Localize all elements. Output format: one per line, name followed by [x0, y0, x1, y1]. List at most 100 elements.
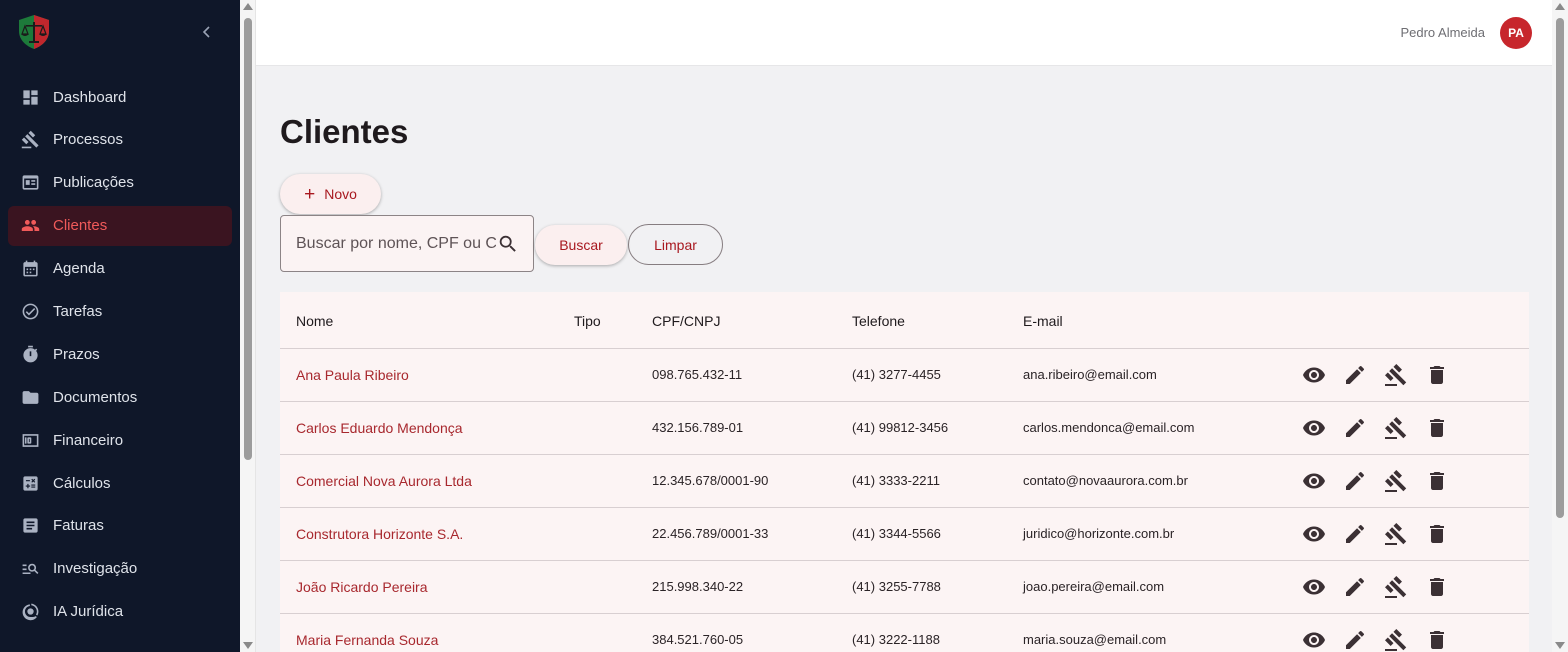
edit-button[interactable] [1343, 363, 1367, 387]
client-name-link[interactable]: Maria Fernanda Souza [296, 632, 438, 648]
sidebar-item-publicacoes[interactable]: Publicações [8, 163, 232, 203]
sidebar-item-label: Dashboard [53, 88, 127, 106]
sidebar-item-prazos[interactable]: Prazos [8, 334, 232, 374]
search-icon[interactable] [497, 233, 519, 255]
delete-button[interactable] [1425, 469, 1449, 493]
scroll-down-arrow-icon[interactable] [1555, 642, 1565, 649]
table-row[interactable]: Ana Paula Ribeiro 098.765.432-11 (41) 3277… [280, 349, 1529, 402]
edit-button[interactable] [1343, 522, 1367, 546]
sidebar-item-financeiro[interactable]: Financeiro [8, 420, 232, 460]
sidebar-item-agenda[interactable]: Agenda [8, 249, 232, 289]
row-actions [1302, 363, 1466, 387]
column-header-cpf-cnpj[interactable]: CPF/CNPJ [652, 313, 720, 329]
scroll-down-arrow-icon[interactable] [243, 642, 253, 649]
table-row[interactable]: Carlos Eduardo Mendonça 432.156.789-01 (41… [280, 402, 1529, 455]
edit-button[interactable] [1343, 469, 1367, 493]
search-input[interactable] [296, 233, 496, 255]
plus-icon: + [304, 183, 316, 205]
sidebar-item-dashboard[interactable]: Dashboard [8, 77, 232, 117]
table-row[interactable]: Construtora Horizonte S.A. 22.456.789/000… [280, 508, 1529, 561]
client-name-link[interactable]: Comercial Nova Aurora Ltda [296, 473, 472, 489]
search-field[interactable] [280, 215, 534, 272]
processes-button[interactable] [1384, 416, 1408, 440]
sidebar-item-clientes[interactable]: Clientes [8, 205, 232, 246]
sidebar-item-label: Financeiro [53, 431, 124, 449]
gavel-icon [1385, 417, 1407, 439]
sidebar-item-ia-juridica[interactable]: IA Jurídica [8, 592, 232, 632]
delete-button[interactable] [1425, 363, 1449, 387]
client-name-link[interactable]: Ana Paula Ribeiro [296, 367, 409, 383]
sidebar-item-processos[interactable]: Processos [8, 120, 232, 160]
sidebar-item-label: Documentos [53, 388, 138, 406]
processes-button[interactable] [1384, 522, 1408, 546]
client-document: 215.998.340-22 [652, 579, 744, 594]
row-actions [1302, 522, 1466, 546]
stopwatch-icon [20, 344, 40, 364]
sidebar-item-label: Faturas [53, 517, 104, 535]
sidebar-item-calculos[interactable]: Cálculos [8, 463, 232, 503]
new-client-button[interactable]: + Novo [280, 174, 381, 214]
sidebar-scrollbar[interactable] [240, 0, 256, 652]
view-button[interactable] [1302, 363, 1326, 387]
gavel-icon [1385, 629, 1407, 651]
avatar-initials: PA [1508, 26, 1524, 40]
client-email: juridico@horizonte.com.br [1023, 526, 1175, 541]
table-row[interactable]: Maria Fernanda Souza 384.521.760-05 (41) 3… [280, 614, 1529, 652]
scroll-up-arrow-icon[interactable] [1555, 3, 1565, 10]
processes-button[interactable] [1384, 363, 1408, 387]
table-row[interactable]: Comercial Nova Aurora Ltda 12.345.678/000… [280, 455, 1529, 508]
client-name-link[interactable]: Construtora Horizonte S.A. [296, 526, 463, 542]
column-header-telefone[interactable]: Telefone [852, 313, 905, 329]
view-button[interactable] [1302, 416, 1326, 440]
page-scrollbar[interactable] [1552, 0, 1568, 652]
avatar[interactable]: PA [1500, 17, 1532, 49]
view-button[interactable] [1302, 522, 1326, 546]
table-header: Nome Tipo CPF/CNPJ Telefone E-mail [280, 292, 1529, 349]
search-button[interactable]: Buscar [535, 225, 627, 265]
page-title: Clientes [280, 113, 409, 150]
sidebar-item-tarefas[interactable]: Tarefas [8, 291, 232, 331]
gavel-icon [1385, 523, 1407, 545]
view-button[interactable] [1302, 469, 1326, 493]
column-header-tipo[interactable]: Tipo [574, 313, 601, 329]
scroll-up-arrow-icon[interactable] [243, 3, 253, 10]
edit-icon [1346, 418, 1365, 437]
top-bar: Pedro Almeida PA [256, 0, 1552, 66]
client-phone: (41) 99812-3456 [852, 420, 949, 435]
view-button[interactable] [1302, 628, 1326, 652]
client-name-link[interactable]: Carlos Eduardo Mendonça [296, 420, 463, 436]
eye-icon [1303, 632, 1325, 648]
eye-icon [1303, 420, 1325, 436]
column-header-email[interactable]: E-mail [1023, 313, 1063, 329]
delete-button[interactable] [1425, 522, 1449, 546]
sidebar: Dashboard Processos Publicações Clientes… [0, 0, 240, 652]
money-icon [20, 430, 40, 450]
trash-icon [1430, 525, 1444, 543]
column-header-nome[interactable]: Nome [296, 313, 333, 329]
scrollbar-thumb[interactable] [1556, 18, 1564, 518]
processes-button[interactable] [1384, 469, 1408, 493]
sidebar-item-investigacao[interactable]: Investigação [8, 549, 232, 589]
delete-button[interactable] [1425, 416, 1449, 440]
edit-button[interactable] [1343, 628, 1367, 652]
client-name-link[interactable]: João Ricardo Pereira [296, 579, 428, 595]
sidebar-item-faturas[interactable]: Faturas [8, 506, 232, 546]
new-client-label: Novo [324, 186, 357, 202]
collapse-sidebar-button[interactable] [196, 20, 218, 44]
sidebar-item-label: Investigação [53, 560, 138, 578]
clear-button[interactable]: Limpar [628, 224, 723, 265]
processes-button[interactable] [1384, 575, 1408, 599]
edit-button[interactable] [1343, 575, 1367, 599]
chevron-left-icon [202, 26, 210, 38]
sidebar-item-documentos[interactable]: Documentos [8, 377, 232, 417]
scrollbar-thumb[interactable] [244, 18, 252, 460]
processes-button[interactable] [1384, 628, 1408, 652]
delete-button[interactable] [1425, 575, 1449, 599]
shield-logo-icon[interactable] [16, 14, 52, 50]
sidebar-item-label: Processos [53, 131, 124, 149]
sidebar-item-label: Prazos [53, 345, 100, 363]
table-row[interactable]: João Ricardo Pereira 215.998.340-22 (41) 3… [280, 561, 1529, 614]
edit-button[interactable] [1343, 416, 1367, 440]
delete-button[interactable] [1425, 628, 1449, 652]
view-button[interactable] [1302, 575, 1326, 599]
